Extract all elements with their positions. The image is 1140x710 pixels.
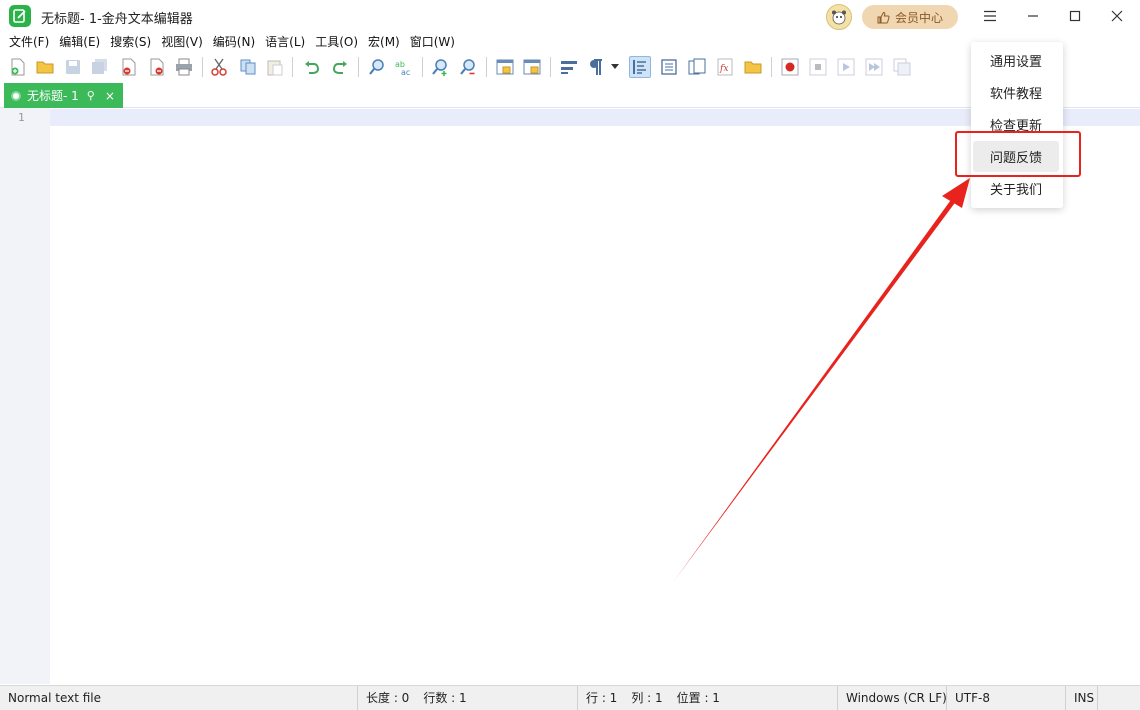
replace-icon[interactable]: ab ac [393, 56, 415, 78]
tab-untitled-1[interactable]: 无标题- 1 ⚲ × [4, 83, 123, 108]
find-icon[interactable] [366, 56, 388, 78]
indent-guide-icon[interactable] [629, 56, 651, 78]
menu-about-us[interactable]: 关于我们 [973, 173, 1059, 204]
menu-edit[interactable]: 编辑(E) [55, 32, 106, 52]
document-map-icon[interactable] [658, 56, 680, 78]
function-fx-icon[interactable]: fx [714, 56, 736, 78]
toolbar-separator [486, 57, 487, 77]
user-avatar-icon[interactable] [826, 4, 852, 30]
tab-strip: 无标题- 1 ⚲ × [0, 82, 1140, 108]
toolbar-separator [771, 57, 772, 77]
toolbar-separator [422, 57, 423, 77]
cut-icon[interactable] [208, 56, 230, 78]
open-folder-icon[interactable] [34, 56, 56, 78]
svg-text:ac: ac [401, 68, 410, 76]
main-menu-dropdown: 通用设置 软件教程 检查更新 问题反馈 关于我们 [971, 42, 1063, 208]
menu-general-settings[interactable]: 通用设置 [973, 45, 1059, 76]
cursor-position-status: 行 : 1列 : 1 位置 : 1 [578, 686, 838, 710]
toolbar-separator [202, 57, 203, 77]
close-icon[interactable] [1103, 4, 1131, 28]
show-all-chars-icon[interactable] [585, 56, 607, 78]
paste-icon[interactable] [264, 56, 286, 78]
redo-icon[interactable] [329, 56, 351, 78]
encoding-status: UTF-8 [947, 686, 1066, 710]
new-file-icon[interactable] [7, 56, 29, 78]
save-icon[interactable] [62, 56, 84, 78]
length-lines-status: 长度 : 0 行数 : 1 [358, 686, 578, 710]
tab-label: 无标题- 1 [27, 89, 79, 103]
line-number-gutter: 1 [0, 108, 50, 684]
undo-icon[interactable] [301, 56, 323, 78]
file-type-status: Normal text file [0, 686, 358, 710]
menu-view[interactable]: 视图(V) [157, 32, 209, 52]
status-bar: Normal text file 长度 : 0 行数 : 1 行 : 1列 : 1… [0, 685, 1140, 710]
word-wrap-icon[interactable] [558, 56, 580, 78]
menu-bar: 文件(F) 编辑(E) 搜索(S) 视图(V) 编码(N) 语言(L) 工具(O… [0, 32, 461, 52]
menu-macro[interactable]: 宏(M) [364, 32, 406, 52]
vip-center-button[interactable]: 会员中心 [862, 5, 958, 29]
toolbar-separator [550, 57, 551, 77]
menu-language[interactable]: 语言(L) [261, 32, 311, 52]
maximize-icon[interactable] [1061, 4, 1089, 28]
sync-vertical-icon[interactable] [494, 56, 516, 78]
dropdown-arrow-icon[interactable] [608, 56, 622, 78]
zoom-out-icon[interactable] [457, 56, 479, 78]
pin-icon[interactable]: ⚲ [87, 89, 95, 102]
insert-mode-status: INS [1066, 686, 1098, 710]
title-bar: 无标题- 1-金舟文本编辑器 会员中心 [0, 0, 1140, 32]
menu-tutorial[interactable]: 软件教程 [973, 77, 1059, 108]
run-macro-multiple-icon[interactable] [863, 56, 885, 78]
hamburger-menu-icon[interactable] [976, 4, 1004, 28]
function-list-icon[interactable] [686, 56, 708, 78]
menu-file[interactable]: 文件(F) [0, 32, 55, 52]
stop-macro-icon[interactable] [807, 56, 829, 78]
close-file-icon[interactable] [118, 56, 140, 78]
line-number: 1 [18, 111, 25, 124]
app-logo-icon [9, 5, 31, 27]
eol-status: Windows (CR LF) [838, 686, 947, 710]
menu-window[interactable]: 窗口(W) [406, 32, 461, 52]
record-macro-icon[interactable] [779, 56, 801, 78]
annotation-highlight-box [955, 131, 1081, 177]
tab-close-icon[interactable]: × [105, 89, 115, 103]
save-macro-icon[interactable] [891, 56, 913, 78]
sync-horizontal-icon[interactable] [521, 56, 543, 78]
copy-icon[interactable] [237, 56, 259, 78]
toolbar: ab ac fx [0, 53, 930, 81]
window-title: 无标题- 1-金舟文本编辑器 [41, 12, 193, 27]
print-icon[interactable] [173, 56, 195, 78]
thumbs-up-icon [877, 11, 890, 23]
play-macro-icon[interactable] [835, 56, 857, 78]
vip-center-label: 会员中心 [894, 10, 943, 25]
save-all-icon[interactable] [89, 56, 111, 78]
menu-tools[interactable]: 工具(O) [311, 32, 364, 52]
close-all-icon[interactable] [146, 56, 168, 78]
toolbar-separator [358, 57, 359, 77]
toolbar-separator [292, 57, 293, 77]
editor-area[interactable]: 1 [0, 108, 1140, 684]
minimize-icon[interactable] [1019, 4, 1047, 28]
folder-workspace-icon[interactable] [742, 56, 764, 78]
menu-encoding[interactable]: 编码(N) [209, 32, 261, 52]
file-status-dot-icon [13, 92, 19, 99]
menu-search[interactable]: 搜索(S) [106, 32, 157, 52]
svg-text:fx: fx [719, 64, 728, 74]
zoom-in-icon[interactable] [429, 56, 451, 78]
